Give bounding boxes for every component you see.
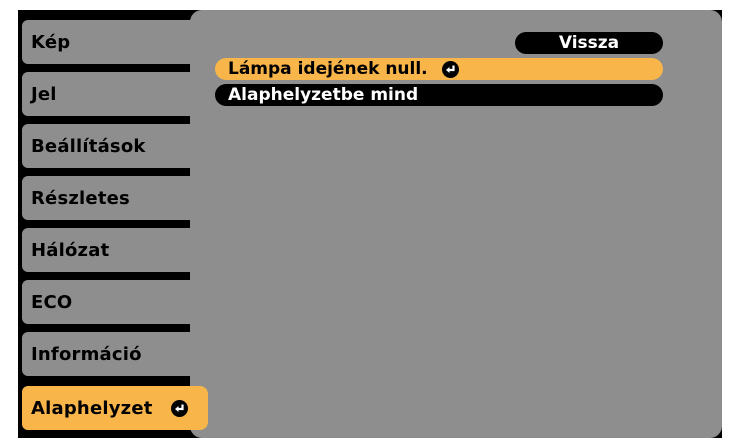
sidebar-item-beallitasok[interactable]: Beállítások bbox=[22, 124, 208, 168]
tab-edge bbox=[194, 280, 208, 324]
projector-menu-screen: Kép Jel Beállítások Részletes Hálózat EC… bbox=[0, 0, 735, 442]
sidebar-item-informacio[interactable]: Információ bbox=[22, 332, 208, 376]
sidebar-item-alaphelyzet[interactable]: Alaphelyzet bbox=[22, 386, 208, 430]
tab-edge bbox=[194, 20, 208, 64]
sidebar-item-jel[interactable]: Jel bbox=[22, 72, 208, 116]
sidebar-item-eco[interactable]: ECO bbox=[22, 280, 208, 324]
sidebar-item-reszletes[interactable]: Részletes bbox=[22, 176, 208, 220]
sidebar-item-label: Információ bbox=[31, 343, 142, 365]
tab-edge bbox=[194, 332, 208, 376]
menu-row-lamp-reset[interactable]: Lámpa idejének null. bbox=[215, 58, 663, 80]
tab-edge bbox=[194, 124, 208, 168]
tab-edge bbox=[194, 228, 208, 272]
sidebar-item-halozat[interactable]: Hálózat bbox=[22, 228, 208, 272]
sidebar-item-label: Hálózat bbox=[31, 239, 110, 261]
menu-row-reset-all[interactable]: Alaphelyzetbe mind bbox=[215, 84, 663, 106]
sidebar-item-kep[interactable]: Kép bbox=[22, 20, 208, 64]
back-button[interactable]: Vissza bbox=[515, 32, 663, 54]
tab-edge bbox=[194, 72, 208, 116]
sidebar-item-label: ECO bbox=[31, 291, 73, 313]
sidebar-item-label: Részletes bbox=[31, 187, 130, 209]
sidebar-item-label: Kép bbox=[31, 31, 71, 53]
sidebar-item-label: Alaphelyzet bbox=[31, 397, 153, 419]
sidebar-item-label: Jel bbox=[31, 83, 57, 105]
menu-row-label: Alaphelyzetbe mind bbox=[228, 85, 419, 105]
enter-icon bbox=[170, 399, 188, 417]
tab-edge bbox=[194, 176, 208, 220]
enter-icon bbox=[441, 60, 459, 78]
back-button-label: Vissza bbox=[558, 33, 620, 53]
tab-edge bbox=[194, 386, 208, 430]
menu-row-label: Lámpa idejének null. bbox=[228, 59, 428, 79]
sidebar-item-label: Beállítások bbox=[31, 135, 146, 157]
